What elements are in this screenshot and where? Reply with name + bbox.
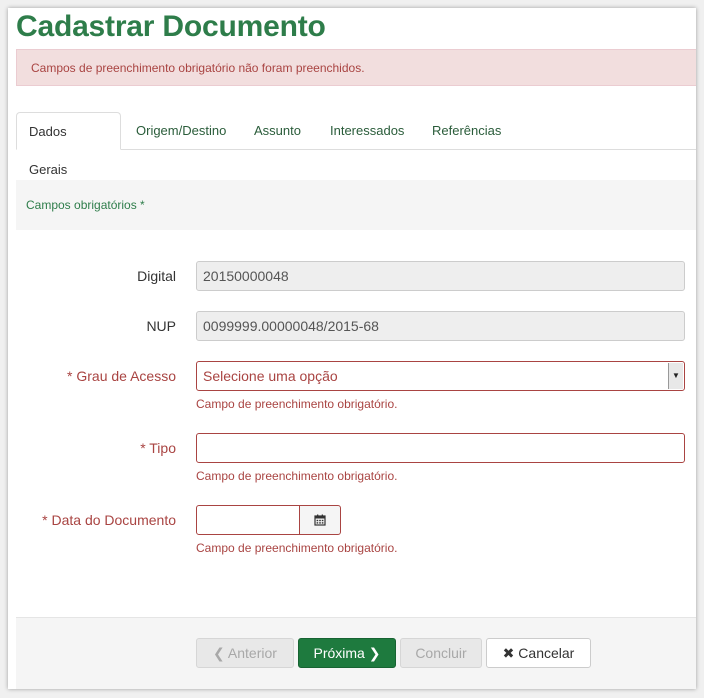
nup-label: NUP xyxy=(146,318,176,334)
required-fields-note: Campos obrigatórios * xyxy=(16,180,696,230)
anterior-label: Anterior xyxy=(227,645,277,661)
chevron-down-icon[interactable]: ▼ xyxy=(668,363,683,389)
data-documento-error: Campo de preenchimento obrigatório. xyxy=(196,541,398,555)
digital-field: 20150000048 xyxy=(196,261,685,291)
digital-label: Digital xyxy=(137,268,176,284)
close-icon: ✖ xyxy=(502,645,515,661)
proxima-label: Próxima xyxy=(313,645,365,661)
tab-dados-gerais[interactable]: Dados Gerais xyxy=(16,112,121,177)
tipo-label: * Tipo xyxy=(140,440,176,456)
chevron-right-icon: ❯ xyxy=(368,645,381,661)
calendar-button[interactable] xyxy=(299,505,341,535)
error-alert: Campos de preenchimento obrigatório não … xyxy=(16,49,696,86)
proxima-button[interactable]: Próxima ❯ xyxy=(298,638,396,668)
tab-referencias[interactable]: Referências xyxy=(432,112,501,150)
tab-interessados[interactable]: Interessados xyxy=(330,112,404,150)
anterior-button[interactable]: ❮ Anterior xyxy=(196,638,294,668)
grau-acesso-label: * Grau de Acesso xyxy=(67,368,176,384)
data-documento-label: * Data do Documento xyxy=(42,512,176,528)
cancelar-button[interactable]: ✖ Cancelar xyxy=(486,638,591,668)
tab-assunto[interactable]: Assunto xyxy=(254,112,301,150)
grau-acesso-error: Campo de preenchimento obrigatório. xyxy=(196,397,398,411)
data-documento-input[interactable] xyxy=(196,505,300,535)
nup-field: 0099999.00000048/2015-68 xyxy=(196,311,685,341)
form-footer: ❮ Anterior Próxima ❯ Concluir ✖ Cancelar xyxy=(16,617,696,689)
tab-bar: Dados Gerais Origem/Destino Assunto Inte… xyxy=(16,112,696,177)
calendar-icon xyxy=(314,514,326,526)
tipo-input[interactable] xyxy=(196,433,685,463)
cancelar-label: Cancelar xyxy=(518,645,575,661)
form-window: Cadastrar Documento Campos de preenchime… xyxy=(8,8,696,689)
grau-acesso-select[interactable]: Selecione uma opção ▼ xyxy=(196,361,685,391)
page-title: Cadastrar Documento xyxy=(16,10,326,43)
grau-acesso-selected: Selecione uma opção xyxy=(203,368,338,384)
chevron-left-icon: ❮ xyxy=(213,645,225,661)
tab-origem-destino[interactable]: Origem/Destino xyxy=(136,112,226,150)
concluir-button[interactable]: Concluir xyxy=(400,638,482,668)
tipo-error: Campo de preenchimento obrigatório. xyxy=(196,469,398,483)
